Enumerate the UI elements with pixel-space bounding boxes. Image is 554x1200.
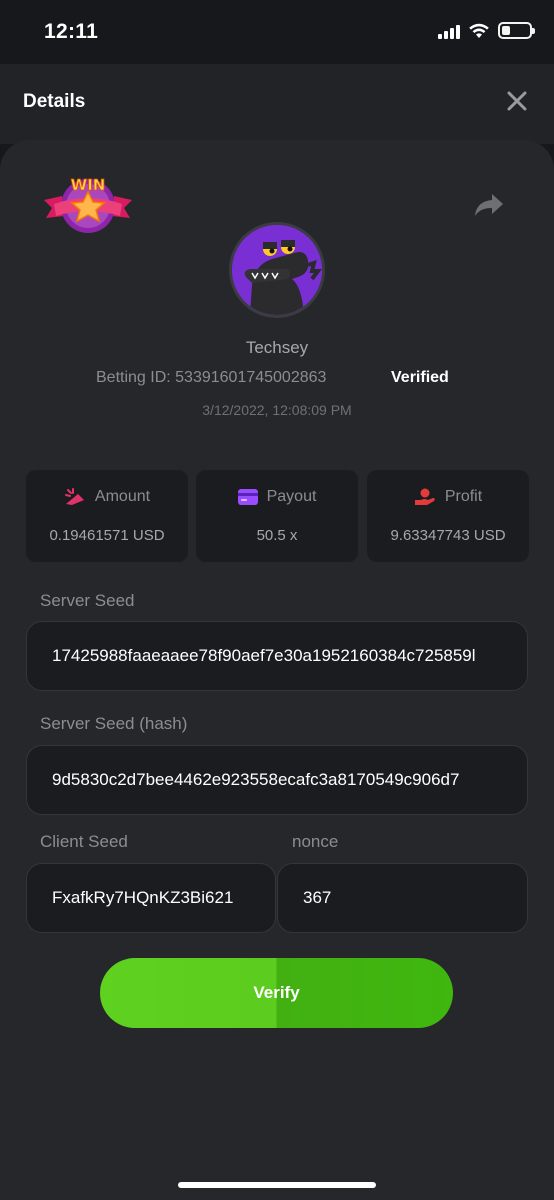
server-seed-value: 17425988faaeaaee78f90aef7e30a1952160384c… (52, 646, 476, 665)
amount-icon (64, 488, 84, 505)
betting-id: Betting ID: 53391601745002863 (96, 369, 327, 386)
nonce-field[interactable]: 367 (277, 863, 528, 933)
cellular-signal-icon (438, 23, 460, 39)
verify-button[interactable]: Verify (100, 958, 453, 1028)
status-time: 12:11 (44, 20, 99, 43)
stat-payout-label: Payout (266, 488, 317, 505)
crocodile-avatar-icon (232, 225, 322, 315)
server-seed-field[interactable]: 17425988faaeaaee78f90aef7e30a1952160384c… (26, 621, 528, 691)
client-seed-field[interactable]: FxafkRy7HQnKZ3Bi621 (26, 863, 276, 933)
nonce-value: 367 (303, 888, 332, 907)
stat-amount: Amount 0.19461571 USD (26, 470, 188, 562)
stat-profit-label: Profit (444, 488, 483, 505)
status-icons (438, 22, 535, 39)
win-badge-icon: WIN (44, 176, 132, 233)
close-icon[interactable] (506, 90, 528, 112)
avatar (229, 222, 325, 318)
card-icon (237, 489, 258, 505)
page-title: Details (23, 91, 86, 112)
status-bar: 12:11 (0, 0, 554, 64)
home-indicator[interactable] (178, 1182, 376, 1188)
server-seed-hash-value: 9d5830c2d7bee4462e923558ecafc3a8170549c9… (52, 770, 460, 789)
server-seed-hash-label: Server Seed (hash) (40, 714, 188, 733)
client-seed-label: Client Seed (40, 832, 128, 851)
stat-amount-label: Amount (94, 488, 151, 505)
stat-payout: Payout 50.5 x (196, 470, 358, 562)
header: Details (0, 64, 554, 144)
nonce-label: nonce (292, 832, 339, 851)
win-badge-text: WIN (71, 176, 106, 194)
battery-icon (498, 22, 535, 39)
stat-amount-value: 0.19461571 USD (49, 527, 165, 544)
verified-status: Verified (391, 369, 449, 386)
betting-info-row: Betting ID: 53391601745002863 Verified (0, 369, 554, 391)
client-seed-value: FxafkRy7HQnKZ3Bi621 (52, 888, 234, 907)
username: Techsey (245, 338, 309, 357)
stat-profit: Profit 9.63347743 USD (367, 470, 529, 562)
stat-payout-value: 50.5 x (256, 527, 298, 544)
bet-datetime: 3/12/2022, 12:08:09 PM (202, 402, 352, 418)
stat-profit-value: 9.63347743 USD (390, 527, 506, 544)
wifi-icon (469, 23, 489, 38)
server-seed-hash-field[interactable]: 9d5830c2d7bee4462e923558ecafc3a8170549c9… (26, 745, 528, 815)
profit-icon (414, 488, 435, 505)
server-seed-label: Server Seed (40, 591, 135, 610)
share-icon[interactable] (474, 192, 504, 218)
